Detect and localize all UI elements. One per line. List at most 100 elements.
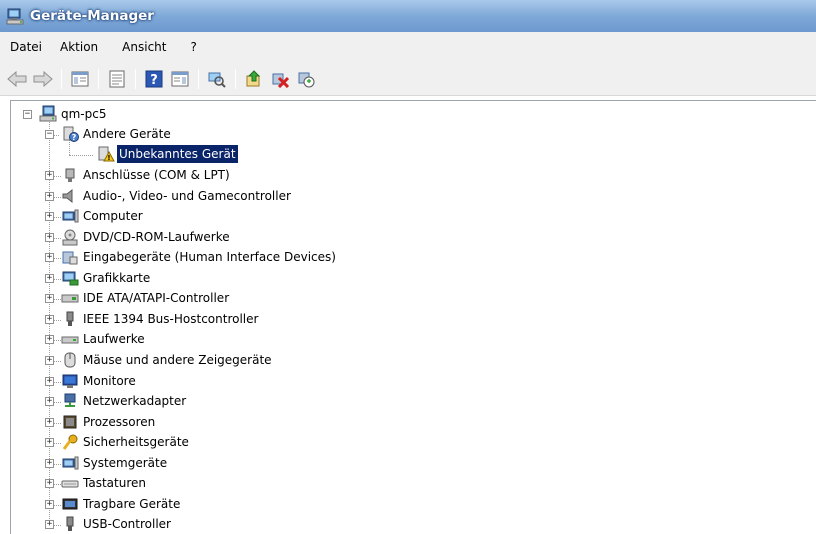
update-driver-button[interactable] (243, 68, 265, 90)
expand-toggle[interactable]: + (45, 253, 54, 263)
expand-toggle[interactable]: + (45, 458, 54, 468)
tree-label-systemgeraete: Systemgeräte (83, 455, 168, 470)
tree-node-prozessoren[interactable]: + Prozessoren (11, 413, 391, 433)
expand-toggle[interactable]: + (45, 376, 54, 386)
tree-node-anschluesse[interactable]: + Anschlüsse (COM & LPT) (11, 166, 391, 186)
monitor-icon (62, 374, 78, 388)
processor-icon (63, 415, 77, 429)
expand-toggle[interactable]: + (45, 171, 54, 180)
expand-toggle[interactable]: + (45, 355, 54, 365)
tree-label-eingabegeraete: Eingabegeräte (Human Interface Devices) (83, 250, 336, 265)
tree-node-eingabegeraete[interactable]: + Eingabegeräte (Human Interface Devices) (11, 248, 391, 268)
tree-node-netzwerkadapter[interactable]: + Netzwerkadapter (11, 392, 391, 412)
expand-toggle[interactable]: + (45, 479, 54, 489)
tree-label-monitore: Monitore (83, 373, 136, 388)
expand-toggle[interactable]: + (45, 438, 54, 448)
tree-node-dvd-cdrom[interactable]: + DVD/CD-ROM-Laufwerke (11, 228, 391, 248)
tree-label-ide-ata: IDE ATA/ATAPI-Controller (83, 291, 230, 306)
tree-label-sicherheitsgeraete: Sicherheitsgeräte (83, 435, 189, 450)
expand-toggle[interactable]: + (45, 417, 54, 427)
tree-node-ide-ata[interactable]: + IDE ATA/ATAPI-Controller (11, 289, 391, 309)
forward-button[interactable] (32, 68, 54, 90)
disable-button[interactable] (295, 68, 317, 90)
expand-toggle[interactable]: + (45, 294, 54, 304)
system-device-icon (62, 456, 79, 470)
usb-icon (66, 516, 74, 532)
tree-node-audio-video[interactable]: + Audio-, Video- und Gamecontroller (11, 187, 391, 207)
collapse-toggle[interactable]: − (45, 130, 54, 139)
toolbar-separator (61, 68, 62, 89)
tree-label-netzwerkadapter: Netzwerkadapter (83, 394, 187, 409)
console-tree-button[interactable] (69, 68, 91, 90)
ide-controller-icon (61, 294, 79, 303)
expand-toggle[interactable]: + (45, 397, 54, 407)
keyboard-icon (61, 480, 79, 488)
tree-node-root[interactable]: − qm-pc5 (11, 105, 211, 125)
tree-label-prozessoren: Prozessoren (83, 414, 156, 429)
expand-toggle[interactable]: + (45, 191, 54, 201)
expand-toggle[interactable]: + (45, 499, 54, 509)
tree-node-computer[interactable]: + Computer (11, 207, 391, 227)
window-title: Geräte-Manager (30, 8, 154, 24)
menu-aktion[interactable]: Aktion (52, 32, 108, 62)
expand-toggle[interactable]: + (45, 335, 54, 345)
display-adapter-icon (62, 271, 79, 286)
action-pane-button[interactable] (169, 68, 191, 90)
scan-hardware-icon (208, 72, 226, 88)
toolbar-separator (98, 68, 99, 89)
expand-toggle[interactable]: + (45, 314, 54, 324)
tree-label-maeuse: Mäuse und andere Zeigegeräte (83, 352, 272, 367)
network-adapter-icon (64, 393, 76, 408)
console-tree-icon (71, 71, 89, 86)
expand-toggle[interactable]: + (45, 520, 54, 530)
security-key-icon (62, 434, 78, 451)
tree-label-ieee-1394: IEEE 1394 Bus-Hostcontroller (83, 311, 259, 326)
toolbar-separator (198, 68, 199, 89)
computer-icon (62, 209, 79, 223)
tree-node-sicherheitsgeraete[interactable]: + Sicherheitsgeräte (11, 433, 391, 453)
tree-label-dvd-cdrom: DVD/CD-ROM-Laufwerke (83, 229, 230, 244)
device-tree[interactable]: − qm-pc5 − ? Andere Geräte ! Unbekanntes… (10, 100, 816, 534)
menu-ansicht[interactable]: Ansicht (108, 32, 176, 62)
menu-datei[interactable]: Datei (2, 32, 52, 62)
computer-icon (39, 105, 57, 122)
toolbar: ? (0, 62, 816, 96)
expand-toggle[interactable]: + (45, 212, 54, 222)
collapse-toggle[interactable]: − (23, 110, 32, 119)
tree-node-monitore[interactable]: + Monitore (11, 372, 391, 392)
action-pane-icon (171, 71, 189, 86)
properties-icon (109, 70, 125, 87)
uninstall-icon (272, 73, 289, 88)
tree-label-laufwerke: Laufwerke (83, 332, 145, 347)
tree-label-tastaturen: Tastaturen (83, 476, 146, 491)
help-button[interactable]: ? (143, 68, 165, 90)
toolbar-separator (135, 68, 136, 89)
update-driver-icon (246, 69, 261, 86)
expand-toggle[interactable]: + (45, 273, 54, 283)
scan-hardware-button[interactable] (206, 68, 228, 90)
tree-node-andere-geraete[interactable]: − ? Andere Geräte (11, 125, 251, 145)
tree-node-systemgeraete[interactable]: + Systemgeräte (11, 454, 391, 474)
help-icon: ? (145, 70, 163, 88)
tree-node-unbekanntes-geraet[interactable]: ! Unbekanntes Gerät (11, 145, 271, 165)
tree-node-grafikkarte[interactable]: + Grafikkarte (11, 269, 391, 289)
tree-label-andere-geraete: Andere Geräte (83, 127, 171, 141)
svg-text:?: ? (150, 73, 158, 88)
title-bar[interactable]: Geräte-Manager (0, 0, 816, 32)
uninstall-button[interactable] (269, 68, 291, 90)
tree-node-usb-controller[interactable]: + USB-Controller (11, 515, 391, 534)
firewire-icon (66, 311, 74, 326)
tree-label-computer: Computer (83, 209, 143, 224)
tree-node-maeuse[interactable]: + Mäuse und andere Zeigegeräte (11, 351, 391, 371)
tree-node-ieee-1394[interactable]: + IEEE 1394 Bus-Hostcontroller (11, 310, 391, 330)
tree-node-tastaturen[interactable]: + Tastaturen (11, 474, 391, 494)
svg-text:!: ! (107, 154, 110, 162)
expand-toggle[interactable]: + (45, 232, 54, 242)
menu-help[interactable]: ? (176, 32, 206, 62)
warning-device-icon: ! (98, 146, 115, 162)
tree-node-laufwerke[interactable]: + Laufwerke (11, 330, 391, 350)
properties-button[interactable] (106, 68, 128, 90)
back-button[interactable] (6, 68, 28, 90)
unknown-devices-icon: ? (63, 126, 79, 142)
tree-node-tragbare-geraete[interactable]: + Tragbare Geräte (11, 495, 391, 515)
